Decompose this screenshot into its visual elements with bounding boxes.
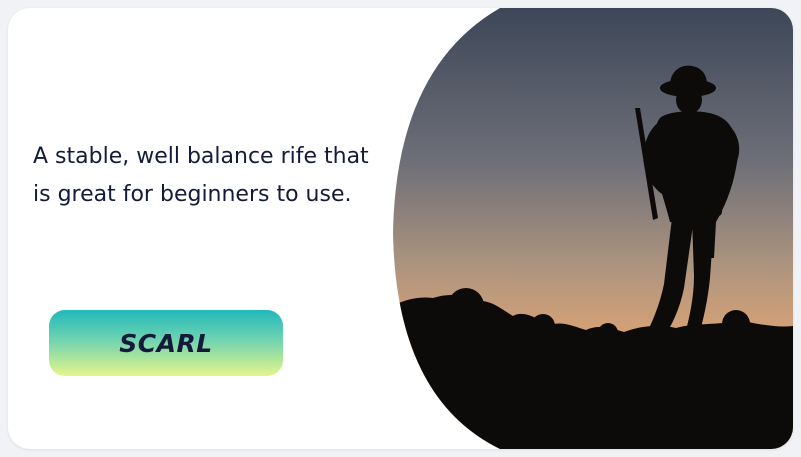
weapon-card: A stable, well balance rife that is grea… bbox=[8, 8, 793, 449]
hero-image bbox=[393, 8, 793, 449]
